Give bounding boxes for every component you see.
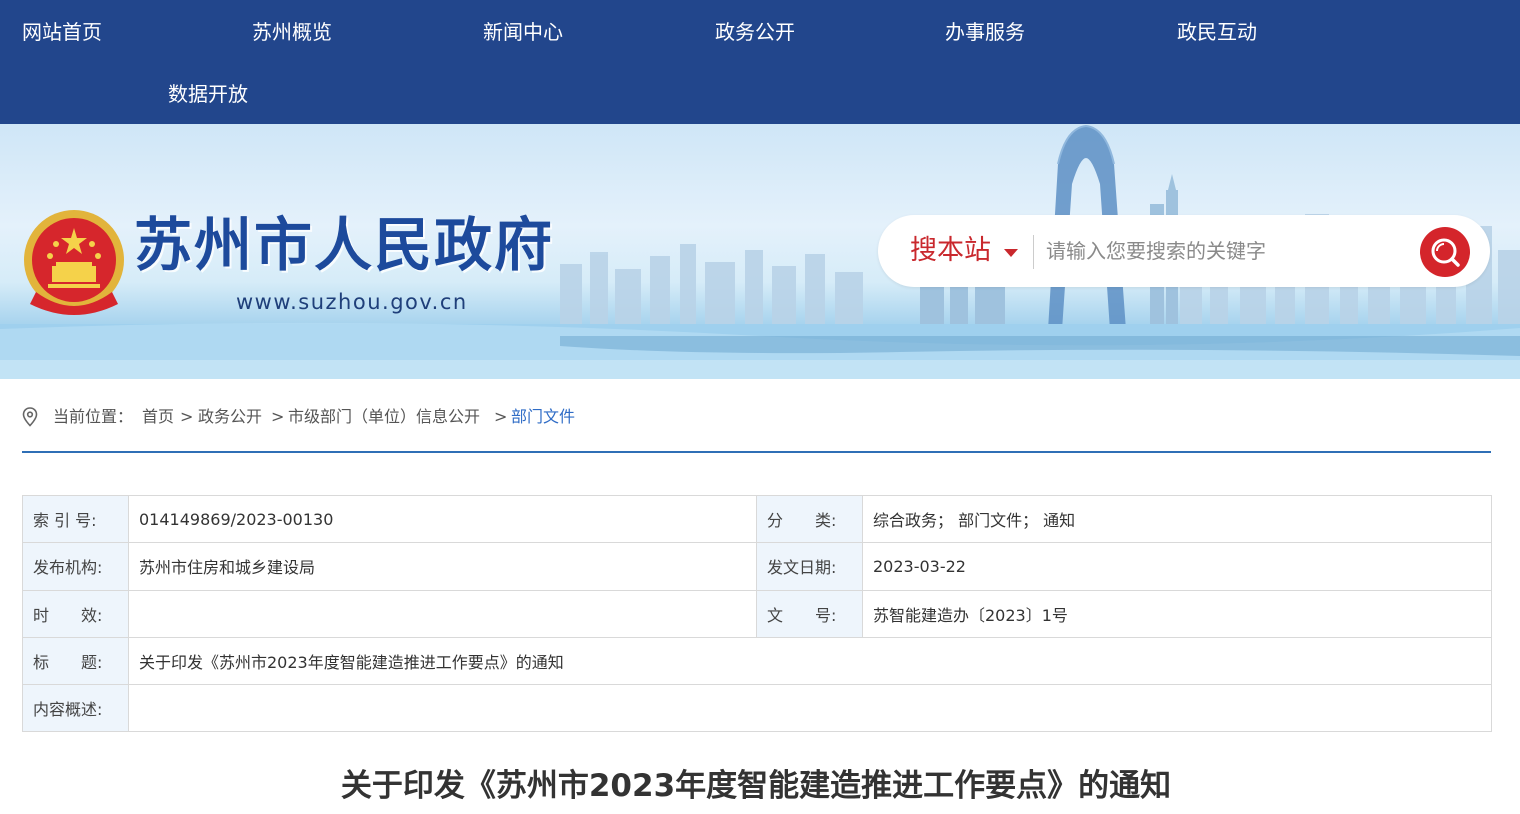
breadcrumb-dept-documents[interactable]: 部门文件 <box>511 406 575 428</box>
summary-value <box>128 684 1492 733</box>
site-title: 苏州市人民政府 <box>134 211 555 279</box>
table-row: 标 题: 关于印发《苏州市2023年度智能建造推进工作要点》的通知 <box>22 636 1492 686</box>
header-banner: 苏州市人民政府 www.suzhou.gov.cn 搜本站 <box>0 124 1520 379</box>
breadcrumb-gov-affairs[interactable]: 政务公开 <box>198 406 262 428</box>
breadcrumb-home[interactable]: 首页 <box>142 406 174 428</box>
site-url: www.suzhou.gov.cn <box>236 290 468 314</box>
issue-date-label: 发文日期: <box>756 542 863 591</box>
breadcrumb-separator: > <box>180 407 194 426</box>
table-row: 索 引 号: 014149869/2023-00130 分 类: 综合政务； 部… <box>22 494 1492 544</box>
national-emblem-icon <box>24 210 124 315</box>
category-value: 综合政务； 部门文件； 通知 <box>862 494 1492 544</box>
issue-date-value: 2023-03-22 <box>862 542 1492 591</box>
breadcrumb-prefix: 当前位置： <box>53 407 134 426</box>
breadcrumb-divider <box>22 451 1491 453</box>
table-row: 内容概述: <box>22 684 1492 733</box>
nav-item-home[interactable]: 网站首页 <box>22 20 102 44</box>
category-label: 分 类: <box>756 494 863 544</box>
title-value: 关于印发《苏州市2023年度智能建造推进工作要点》的通知 <box>128 636 1492 686</box>
index-number-value: 014149869/2023-00130 <box>128 494 757 544</box>
search-box: 搜本站 <box>878 215 1490 287</box>
validity-label: 时 效: <box>22 589 129 638</box>
document-info-table: 索 引 号: 014149869/2023-00130 分 类: 综合政务； 部… <box>22 494 1492 733</box>
nav-item-interaction[interactable]: 政民互动 <box>1177 20 1257 44</box>
title-label: 标 题: <box>22 636 129 686</box>
validity-value <box>128 589 757 638</box>
nav-item-overview[interactable]: 苏州概览 <box>252 20 332 44</box>
top-navigation: 网站首页 苏州概览 新闻中心 政务公开 办事服务 政民互动 数据开放 <box>0 0 1520 124</box>
nav-item-services[interactable]: 办事服务 <box>945 20 1025 44</box>
caret-down-icon[interactable] <box>1004 249 1018 257</box>
location-pin-icon <box>22 407 38 427</box>
breadcrumb-dept-disclosure[interactable]: 市级部门（单位）信息公开 <box>288 406 480 428</box>
summary-label: 内容概述: <box>22 684 129 733</box>
publisher-value: 苏州市住房和城乡建设局 <box>128 542 757 591</box>
document-number-label: 文 号: <box>756 589 863 638</box>
document-title: 关于印发《苏州市2023年度智能建造推进工作要点》的通知 <box>340 768 1172 804</box>
table-row: 发布机构: 苏州市住房和城乡建设局 发文日期: 2023-03-22 <box>22 542 1492 591</box>
document-number-value: 苏智能建造办〔2023〕1号 <box>862 589 1492 638</box>
search-scope-selector[interactable]: 搜本站 <box>910 234 991 268</box>
breadcrumb-separator: > <box>494 407 508 426</box>
search-button[interactable] <box>1420 227 1470 277</box>
search-icon <box>1431 238 1460 267</box>
table-row: 时 效: 文 号: 苏智能建造办〔2023〕1号 <box>22 589 1492 638</box>
search-divider <box>1033 235 1034 269</box>
nav-item-news[interactable]: 新闻中心 <box>483 20 563 44</box>
index-number-label: 索 引 号: <box>22 494 129 544</box>
search-input[interactable] <box>1046 233 1406 269</box>
nav-item-gov-affairs[interactable]: 政务公开 <box>715 20 795 44</box>
breadcrumb-separator: > <box>271 407 285 426</box>
publisher-label: 发布机构: <box>22 542 129 591</box>
nav-item-open-data[interactable]: 数据开放 <box>168 82 248 106</box>
